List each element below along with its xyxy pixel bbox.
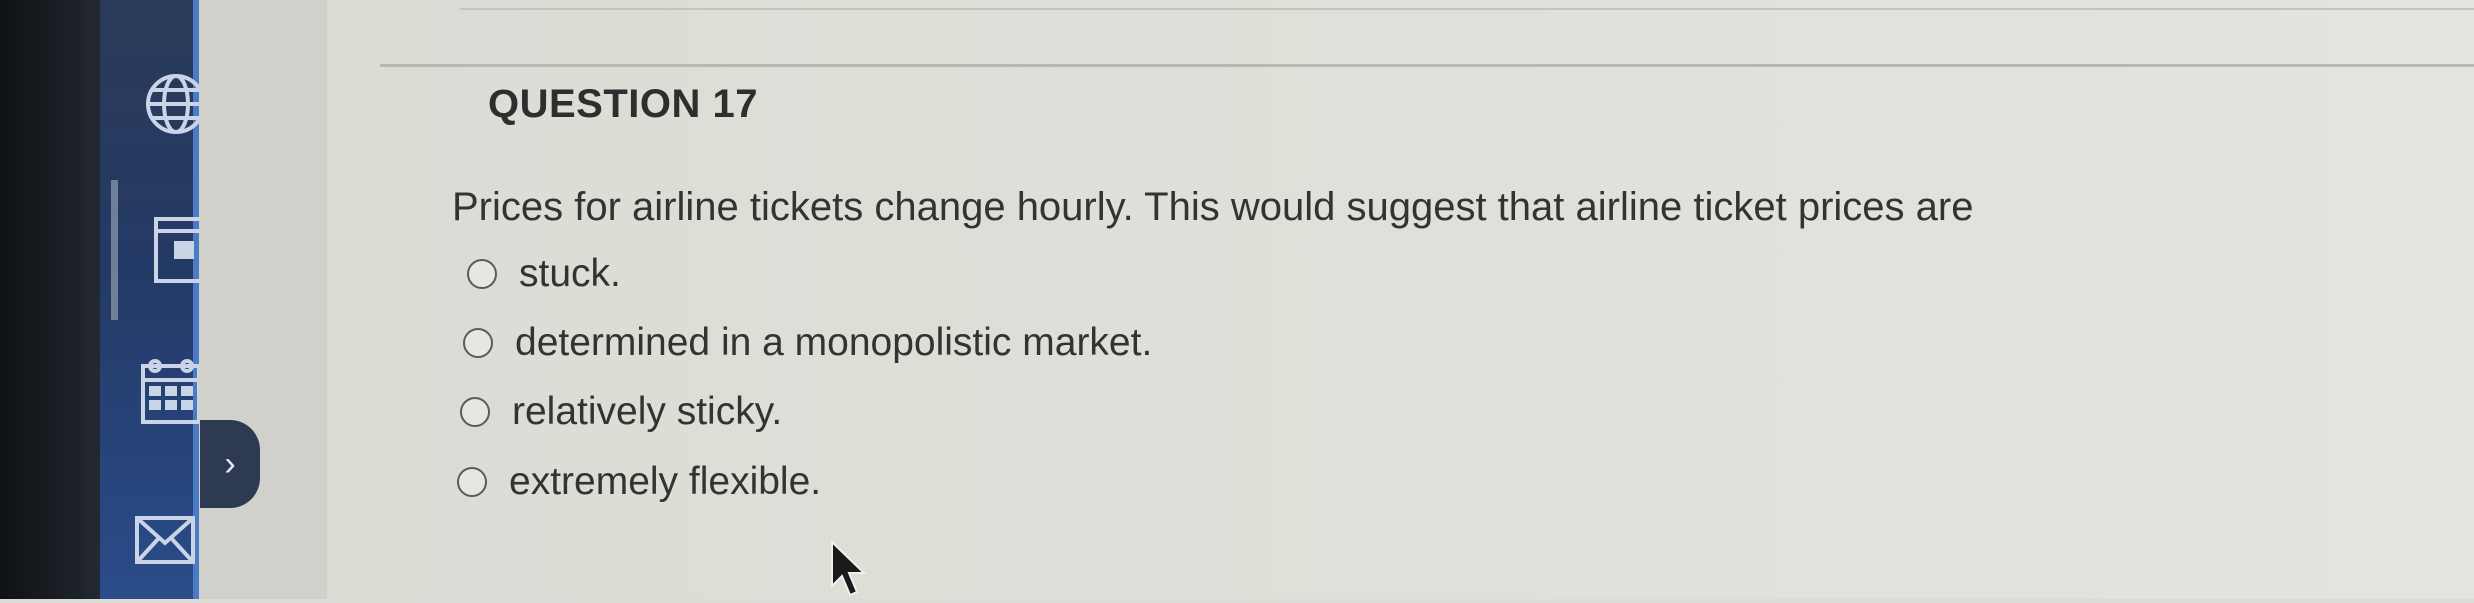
question-prompt: Prices for airline tickets change hourly… [452, 185, 1974, 229]
chevron-right-icon: › [224, 444, 236, 483]
mouse-pointer-icon [830, 539, 870, 603]
top-divider [460, 8, 2474, 10]
mail-icon[interactable] [132, 510, 198, 570]
question-title: QUESTION 17 [488, 82, 759, 126]
radio-button[interactable] [463, 328, 493, 358]
answer-option-1[interactable]: stuck. [467, 252, 621, 296]
option-label: relatively sticky. [512, 390, 783, 433]
content-gutter [199, 0, 327, 599]
question-divider [380, 64, 2474, 67]
screen-bezel [0, 0, 100, 599]
option-label: stuck. [519, 252, 621, 295]
answer-option-4[interactable]: extremely flexible. [457, 460, 821, 504]
radio-button[interactable] [457, 467, 487, 497]
answer-option-2[interactable]: determined in a monopolistic market. [463, 321, 1152, 365]
radio-button[interactable] [467, 259, 497, 289]
calendar-icon[interactable] [136, 350, 206, 430]
answer-option-3[interactable]: relatively sticky. [460, 390, 782, 434]
option-label: extremely flexible. [509, 460, 822, 503]
collapse-nav-button[interactable]: › [200, 420, 260, 508]
radio-button[interactable] [460, 397, 490, 427]
nav-active-indicator [111, 180, 118, 320]
option-label: determined in a monopolistic market. [515, 321, 1153, 364]
